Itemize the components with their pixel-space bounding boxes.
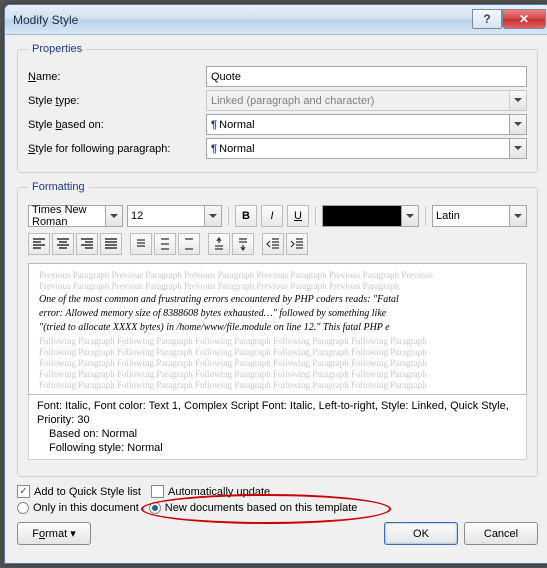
chevron-down-icon[interactable] (509, 139, 526, 158)
align-right-button[interactable] (76, 233, 98, 255)
chevron-down-icon[interactable] (509, 206, 526, 226)
bold-button[interactable]: B (235, 205, 257, 227)
window-title: Modify Style (13, 13, 472, 27)
spacing-double-button[interactable] (178, 233, 200, 255)
auto-update-checkbox[interactable]: Automatically update (151, 485, 270, 498)
cancel-button[interactable]: Cancel (464, 522, 538, 545)
following-label: Style for following paragraph: (28, 143, 198, 155)
pilcrow-icon: ¶ (211, 119, 217, 131)
space-after-button[interactable] (232, 233, 254, 255)
space-before-button[interactable] (208, 233, 230, 255)
style-type-label: Style type: (28, 95, 198, 107)
new-documents-radio[interactable]: New documents based on this template (149, 502, 358, 514)
name-label: Name: (28, 71, 198, 83)
only-document-radio[interactable]: Only in this document (17, 502, 139, 514)
chevron-down-icon (509, 91, 526, 110)
chevron-down-icon[interactable] (509, 115, 526, 134)
size-combo[interactable]: 12 (127, 205, 222, 227)
help-button[interactable]: ? (472, 9, 502, 29)
ok-button[interactable]: OK (384, 522, 458, 545)
close-button[interactable]: ✕ (502, 9, 546, 29)
decrease-indent-button[interactable] (262, 233, 284, 255)
style-type-combo: Linked (paragraph and character) (206, 90, 527, 111)
chevron-down-icon[interactable] (401, 206, 418, 226)
based-on-label: Style based on: (28, 119, 198, 131)
italic-button[interactable]: I (261, 205, 283, 227)
formatting-group: Formatting Times New Roman 12 B I U Lati… (17, 181, 538, 477)
format-button[interactable]: Format ▾ (17, 522, 91, 545)
align-justify-button[interactable] (100, 233, 122, 255)
modify-style-dialog: Modify Style ? ✕ Properties Name: Style … (4, 4, 547, 564)
properties-legend: Properties (28, 43, 86, 55)
increase-indent-button[interactable] (286, 233, 308, 255)
font-combo[interactable]: Times New Roman (28, 205, 123, 227)
font-color-combo[interactable] (322, 205, 419, 227)
language-combo[interactable]: Latin (432, 205, 527, 227)
based-on-combo[interactable]: ¶Normal (206, 114, 527, 135)
align-left-button[interactable] (28, 233, 50, 255)
following-combo[interactable]: ¶Normal (206, 138, 527, 159)
chevron-down-icon[interactable] (105, 206, 122, 226)
properties-group: Properties Name: Style type: Linked (par… (17, 43, 538, 173)
style-description: Font: Italic, Font color: Text 1, Comple… (28, 395, 527, 460)
spacing-loose-button[interactable] (154, 233, 176, 255)
formatting-legend: Formatting (28, 181, 89, 193)
titlebar[interactable]: Modify Style ? ✕ (5, 5, 547, 35)
spacing-single-button[interactable] (130, 233, 152, 255)
pilcrow-icon: ¶ (211, 143, 217, 155)
underline-button[interactable]: U (287, 205, 309, 227)
name-input[interactable] (206, 66, 527, 87)
preview-pane: Previous Paragraph Previous Paragraph Pr… (28, 263, 527, 395)
quick-style-checkbox[interactable]: ✓Add to Quick Style list (17, 485, 141, 498)
align-center-button[interactable] (52, 233, 74, 255)
chevron-down-icon[interactable] (204, 206, 221, 226)
